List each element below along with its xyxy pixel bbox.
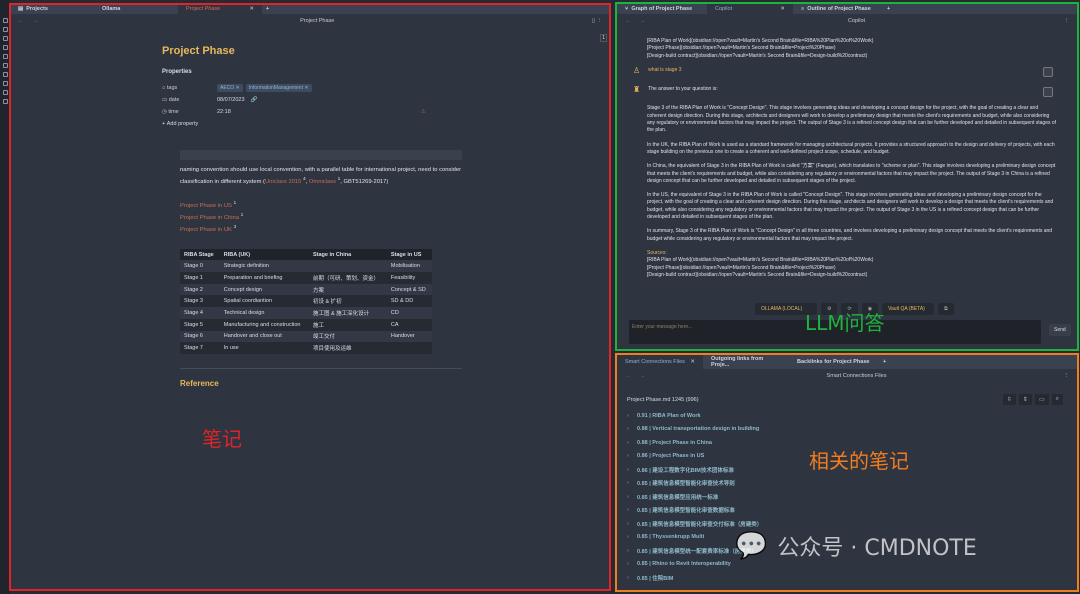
wechat-icon: 💬 bbox=[735, 531, 768, 561]
ribbon-icon[interactable] bbox=[2, 99, 8, 104]
watermark: 💬 公众号 · CMDNOTE bbox=[735, 531, 977, 561]
ribbon-icon[interactable] bbox=[2, 90, 8, 95]
ribbon-icon[interactable] bbox=[2, 54, 8, 59]
ribbon-icon[interactable] bbox=[2, 81, 8, 86]
ribbon-icon[interactable] bbox=[2, 45, 8, 50]
ribbon-icon[interactable] bbox=[2, 72, 8, 77]
ribbon-icon[interactable] bbox=[2, 18, 8, 23]
highlight-box-red bbox=[9, 3, 611, 591]
highlight-box-green bbox=[615, 2, 1079, 351]
ribbon-icon[interactable] bbox=[2, 63, 8, 68]
ribbon-icon[interactable] bbox=[2, 36, 8, 41]
ribbon-icon[interactable] bbox=[2, 27, 8, 32]
